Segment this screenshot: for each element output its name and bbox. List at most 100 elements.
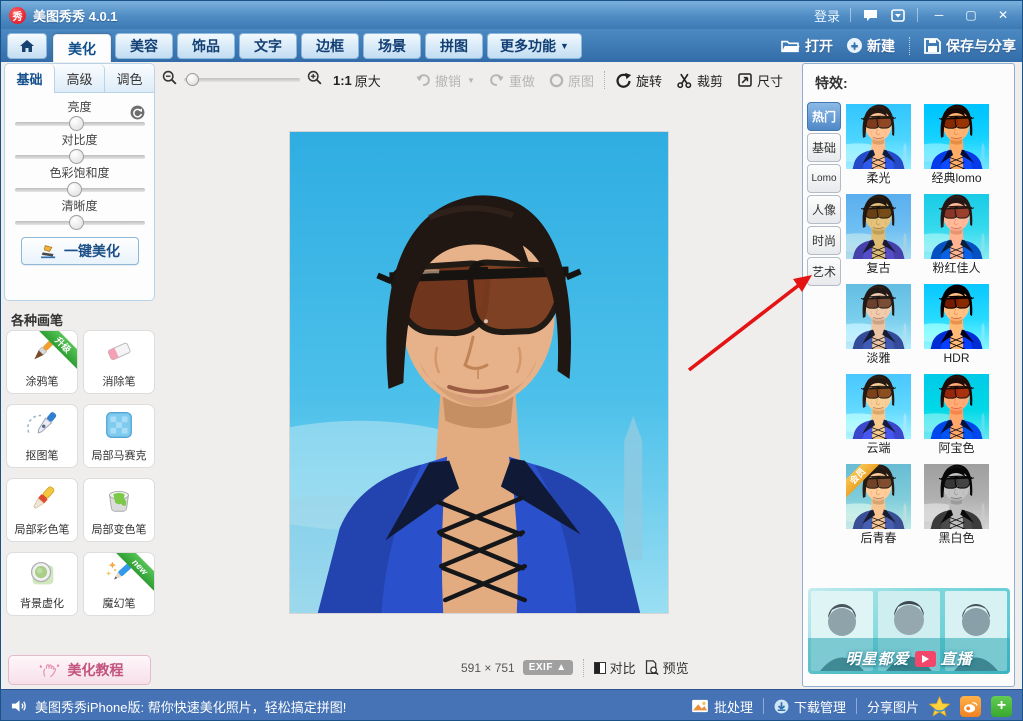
tab-scene[interactable]: 场景 <box>363 33 421 59</box>
banner-text: 明星都爱 直播 <box>808 648 1010 669</box>
brush-local-mosaic[interactable]: 局部马赛克 <box>83 404 155 468</box>
preview-button[interactable]: 预览 <box>644 658 689 677</box>
brightness-slider[interactable] <box>15 122 145 126</box>
beautify-tutorial-button[interactable]: 美化教程 <box>8 655 151 685</box>
category-art[interactable]: 艺术 <box>807 257 841 286</box>
tab-color-tone[interactable]: 调色 <box>105 64 154 93</box>
resize-button[interactable]: 尺寸 <box>737 71 783 90</box>
tab-label: 场景 <box>378 36 406 56</box>
tab-label: 更多功能 <box>500 36 556 56</box>
download-manager-button[interactable]: 下载管理 <box>774 697 846 716</box>
brush-doodle-pen[interactable]: 升级 涂鸦笔 <box>6 330 78 394</box>
chevron-down-icon[interactable]: ▼ <box>467 76 475 85</box>
brush-cutout-pen[interactable]: 抠图笔 <box>6 404 78 468</box>
tab-collage[interactable]: 拼图 <box>425 33 483 59</box>
tab-advanced[interactable]: 高级 <box>55 64 105 93</box>
paint-bucket-icon <box>102 482 136 516</box>
brush-eraser-pen[interactable]: 消除笔 <box>83 330 155 394</box>
effect-retro[interactable]: 复古 <box>846 194 911 279</box>
zoom-slider-handle[interactable] <box>186 73 199 86</box>
effect-thumbnail <box>846 194 911 259</box>
status-notice[interactable]: 美图秀秀iPhone版: 帮你快速美化照片，轻松搞定拼图! <box>11 697 346 716</box>
effect-classic-lomo[interactable]: 经典lomo <box>924 104 989 189</box>
canvas-toolbar: 1:1 原大 撤销 ▼ 重做 原图 旋转 <box>161 66 801 94</box>
preview-icon <box>644 660 659 675</box>
zoom-out-icon[interactable] <box>161 69 178 91</box>
new-label: 新建 <box>867 36 895 56</box>
minimize-button[interactable]: ─ <box>928 7 950 23</box>
one-key-beautify-button[interactable]: 一键美化 <box>21 237 139 265</box>
tab-beautify[interactable]: 美化 <box>53 34 111 64</box>
tab-text[interactable]: 文字 <box>239 33 297 59</box>
tab-accessories[interactable]: 饰品 <box>177 33 235 59</box>
divider <box>763 698 764 714</box>
category-fashion[interactable]: 时尚 <box>807 226 841 255</box>
zoom-original-button[interactable]: 原大 <box>355 71 381 90</box>
effect-black-white[interactable]: 黑白色 <box>924 464 989 549</box>
zoom-in-icon[interactable] <box>306 69 323 91</box>
sharpness-slider[interactable] <box>15 221 145 225</box>
compare-button[interactable]: 对比 <box>594 658 636 677</box>
brush-background-blur[interactable]: 背景虚化 <box>6 552 78 616</box>
contrast-slider-knob[interactable] <box>69 149 84 164</box>
tab-label: 拼图 <box>440 36 468 56</box>
effect-label: HDR <box>924 349 989 369</box>
original-image-button[interactable]: 原图 <box>549 71 594 90</box>
promo-banner[interactable]: 明星都爱 直播 <box>808 588 1010 674</box>
rotate-button[interactable]: 旋转 <box>615 71 662 90</box>
saturation-slider-knob[interactable] <box>67 182 82 197</box>
effect-pink-lady[interactable]: 粉红佳人 <box>924 194 989 279</box>
divider <box>909 37 910 55</box>
exif-badge[interactable]: EXIF ▲ <box>523 660 573 675</box>
effect-hdr[interactable]: HDR <box>924 284 989 369</box>
qzone-icon[interactable] <box>929 696 950 717</box>
open-label: 打开 <box>805 36 833 56</box>
new-button[interactable]: + 新建 <box>847 36 895 56</box>
effect-label: 黑白色 <box>924 529 989 549</box>
crop-button[interactable]: 裁剪 <box>676 71 723 90</box>
category-basic[interactable]: 基础 <box>807 133 841 162</box>
redo-button[interactable]: 重做 <box>489 71 535 90</box>
tab-border[interactable]: 边框 <box>301 33 359 59</box>
brush-local-recolor-pen[interactable]: 局部变色笔 <box>83 478 155 542</box>
undo-button[interactable]: 撤销 ▼ <box>415 71 475 90</box>
brush-local-color-pen[interactable]: 局部彩色笔 <box>6 478 78 542</box>
message-center-icon[interactable] <box>889 8 907 23</box>
effect-elegant[interactable]: 淡雅 <box>846 284 911 369</box>
contrast-slider[interactable] <box>15 155 145 159</box>
category-portrait[interactable]: 人像 <box>807 195 841 224</box>
tab-more-features[interactable]: 更多功能▼ <box>487 33 582 59</box>
category-lomo[interactable]: Lomo <box>807 164 841 193</box>
effect-abao-color[interactable]: 阿宝色 <box>924 374 989 459</box>
home-button[interactable] <box>7 33 47 59</box>
category-label: 艺术 <box>812 263 836 280</box>
tab-cosmetic[interactable]: 美容 <box>115 33 173 59</box>
save-share-button[interactable]: 保存与分享 <box>924 36 1016 56</box>
open-button[interactable]: 打开 <box>780 36 833 56</box>
maximize-button[interactable]: ▢ <box>960 7 982 23</box>
weibo-icon[interactable] <box>960 696 981 717</box>
brightness-slider-knob[interactable] <box>69 116 84 131</box>
add-share-icon[interactable]: + <box>991 696 1012 717</box>
login-link[interactable]: 登录 <box>814 6 840 25</box>
saturation-slider[interactable] <box>15 188 145 192</box>
effect-cloud[interactable]: 云端 <box>846 374 911 459</box>
menu-bar: 美化 美容 饰品 文字 边框 场景 拼图 更多功能▼ 打开 + 新建 <box>1 29 1022 62</box>
photo-canvas[interactable] <box>289 131 669 614</box>
resize-label: 尺寸 <box>757 71 783 90</box>
close-button[interactable]: ✕ <box>992 7 1014 23</box>
share-pictures-button[interactable]: 分享图片 <box>867 697 919 716</box>
effect-soft-light[interactable]: 柔光 <box>846 104 911 189</box>
effect-post-youth[interactable]: 会员 后青春 <box>846 464 911 549</box>
feedback-icon[interactable] <box>861 8 879 23</box>
zoom-slider[interactable] <box>184 78 300 82</box>
divider <box>856 698 857 714</box>
batch-process-button[interactable]: 批处理 <box>691 697 753 716</box>
category-hot[interactable]: 热门 <box>807 102 841 131</box>
tab-basic[interactable]: 基础 <box>5 64 55 93</box>
banner-text-right: 直播 <box>941 648 973 669</box>
divider <box>917 8 918 22</box>
sharpness-slider-knob[interactable] <box>69 215 84 230</box>
reset-icon[interactable] <box>130 105 145 120</box>
brush-magic-pen[interactable]: new 魔幻笔 <box>83 552 155 616</box>
